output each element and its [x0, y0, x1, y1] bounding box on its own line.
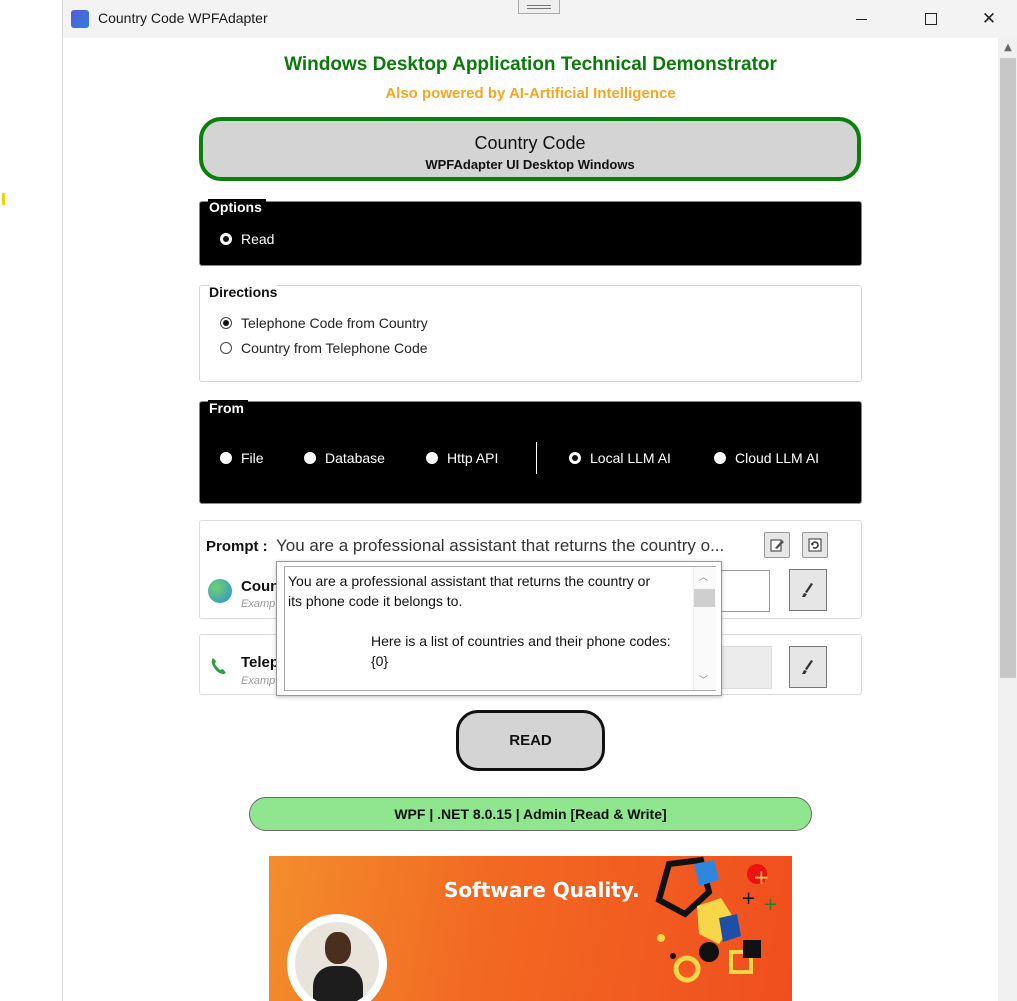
radio-read[interactable]: [220, 233, 232, 245]
from-local-llm[interactable]: Local LLM AI: [569, 450, 671, 466]
popup-scroll-up-icon[interactable]: ︿: [699, 570, 708, 583]
edit-icon: [770, 539, 784, 552]
scroll-up-icon[interactable]: ▲: [998, 42, 1017, 56]
directions-group: Directions Telephone Code from Country C…: [199, 284, 862, 382]
minimize-button[interactable]: [838, 0, 884, 38]
prompt-label: Prompt :: [206, 538, 268, 555]
prompt-value[interactable]: You are a professional assistant that re…: [276, 536, 756, 556]
direction-phone-from-country-label: Telephone Code from Country: [241, 315, 428, 331]
header-card-title: Country Code: [474, 133, 586, 153]
brush-icon: [802, 660, 813, 674]
country-label: Coun: [241, 578, 280, 595]
from-database-label: Database: [325, 450, 385, 466]
from-database[interactable]: Database: [304, 450, 385, 466]
globe-icon: [208, 579, 232, 603]
telephone-example: Examp: [241, 675, 276, 687]
country-input[interactable]: [720, 570, 770, 612]
from-http-api-label: Http API: [447, 450, 499, 466]
popup-line-4: {0}: [371, 653, 389, 669]
option-read-label: Read: [241, 231, 275, 247]
status-bar: WPF | .NET 8.0.15 | Admin [Read & Write]: [249, 797, 812, 831]
from-file-label: File: [241, 450, 264, 466]
from-file[interactable]: File: [220, 450, 264, 466]
software-quality-banner: Software Quality. + + +: [269, 856, 792, 1001]
maximize-button[interactable]: [908, 0, 954, 38]
window-title: Country Code WPFAdapter: [98, 10, 268, 26]
telephone-label: Telep: [241, 654, 280, 671]
from-local-llm-label: Local LLM AI: [590, 450, 671, 466]
from-http-api[interactable]: Http API: [426, 450, 498, 466]
clear-country-button[interactable]: [789, 569, 827, 611]
telephone-output: [720, 646, 772, 689]
direction-country-from-phone[interactable]: Country from Telephone Code: [220, 340, 428, 356]
from-cloud-llm[interactable]: Cloud LLM AI: [714, 450, 819, 466]
header-card: Country Code WPFAdapter UI Desktop Windo…: [199, 117, 861, 181]
close-icon: ✕: [981, 9, 997, 29]
read-button[interactable]: READ: [456, 710, 605, 771]
prompt-textarea[interactable]: You are a professional assistant that re…: [284, 566, 716, 691]
scroll-thumb[interactable]: [1000, 58, 1016, 678]
popup-line-3: Here is a list of countries and their ph…: [371, 633, 671, 649]
app-window: Country Code WPFAdapter ✕ ▲ Windows Desk…: [62, 0, 1017, 1001]
app-icon: [71, 10, 89, 28]
from-cloud-llm-label: Cloud LLM AI: [735, 450, 820, 466]
banner-text: Software Quality.: [444, 878, 640, 902]
title-bar[interactable]: Country Code WPFAdapter ✕: [63, 0, 1017, 38]
close-button[interactable]: ✕: [966, 0, 1012, 38]
radio-local-llm[interactable]: [569, 452, 581, 464]
clear-telephone-button[interactable]: [789, 646, 827, 688]
minimize-icon: [855, 18, 867, 20]
refresh-icon: [808, 538, 822, 552]
from-legend: From: [208, 400, 248, 416]
radio-country-from-phone[interactable]: [220, 342, 232, 354]
popup-scroll-thumb[interactable]: [694, 589, 715, 607]
radio-cloud-llm[interactable]: [714, 452, 726, 464]
vertical-scrollbar[interactable]: ▲: [998, 38, 1017, 1001]
from-divider: [536, 442, 537, 474]
svg-text:+: +: [753, 865, 770, 889]
options-group: Options Read: [199, 199, 862, 266]
popup-line-1: You are a professional assistant that re…: [288, 573, 651, 589]
directions-legend: Directions: [209, 284, 278, 300]
phone-icon: [211, 658, 226, 674]
popup-line-2: its phone code it belongs to.: [288, 593, 463, 609]
direction-country-from-phone-label: Country from Telephone Code: [241, 340, 428, 356]
svg-text:+: +: [763, 894, 778, 915]
option-read[interactable]: Read: [220, 231, 274, 247]
direction-phone-from-country[interactable]: Telephone Code from Country: [220, 315, 428, 331]
radio-http-api[interactable]: [426, 452, 438, 464]
edge-marker: [2, 193, 5, 205]
edit-prompt-button[interactable]: [764, 532, 790, 558]
banner-shapes-icon: + + +: [655, 856, 778, 983]
options-legend: Options: [208, 199, 266, 215]
drag-handle[interactable]: [518, 0, 560, 14]
page-title: Windows Desktop Application Technical De…: [284, 54, 777, 75]
svg-text:+: +: [741, 888, 756, 909]
brush-icon: [802, 583, 813, 597]
radio-database[interactable]: [304, 452, 316, 464]
country-example: Examp: [241, 598, 276, 610]
prompt-popup[interactable]: You are a professional assistant that re…: [276, 561, 722, 696]
from-group: From File Database Http API Local LLM AI…: [199, 400, 862, 504]
header-card-subtitle: WPFAdapter UI Desktop Windows: [425, 157, 635, 172]
radio-phone-from-country[interactable]: [220, 317, 232, 329]
popup-scrollbar[interactable]: ︿ ﹀: [693, 567, 716, 690]
reset-prompt-button[interactable]: [802, 532, 828, 558]
popup-scroll-down-icon[interactable]: ﹀: [699, 673, 708, 686]
author-avatar: [287, 914, 387, 1001]
maximize-icon: [925, 13, 937, 25]
radio-file[interactable]: [220, 452, 232, 464]
page-subtitle: Also powered by AI-Artificial Intelligen…: [385, 85, 676, 102]
